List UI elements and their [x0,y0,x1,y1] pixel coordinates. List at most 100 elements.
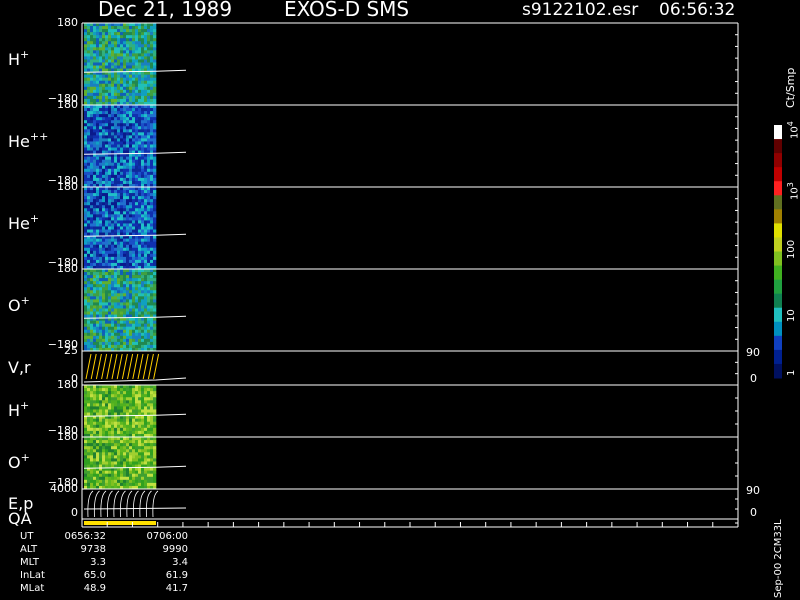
energy-curve-3 [106,490,113,518]
header-time: 06:56:32 [659,0,736,20]
panel-label-sup: + [20,450,30,464]
colorbar-cell [774,167,782,182]
spectrogram-5 [84,385,157,438]
velocity-mark-3 [101,353,108,380]
colorbar-cell [774,265,782,281]
panel-label-text: O [8,296,21,316]
rtick-top-7: 90 [746,484,760,497]
velocity-mark-11 [142,353,149,380]
panel-label-4: V,r [8,358,31,377]
velocity-mark-0 [85,353,92,380]
colorbar-cell [774,195,782,210]
orbit-label-3: InLat [20,570,45,581]
panel-label-text: He [8,214,30,234]
orbit-label-2: MLT [20,557,39,568]
orbit-col2-0: 0706:00 [146,531,188,542]
velocity-mark-6 [116,353,123,380]
panel-label-text: V,r [8,357,31,377]
spectrogram-6 [84,437,157,490]
orbit-label-1: ALT [20,544,38,555]
ytick-top-7: 4000 [50,482,78,495]
energy-curve-1 [93,490,100,518]
orbit-col1-2: 3.3 [90,557,106,568]
ytick-bottom-7: 0 [71,506,78,519]
velocity-mark-12 [147,353,154,380]
colorbar-cell [774,307,782,323]
panel-label-3: O+ [8,294,30,315]
energy-curve-4 [113,490,120,518]
colorbar-unit: Ct/Smp [784,67,797,108]
panel-label-sup: + [20,294,30,308]
header-instrument: EXOS-D SMS [284,0,410,21]
panel-label-5: H+ [8,399,29,420]
colorbar-cell [774,209,782,224]
panel-label-text: H [8,400,21,420]
orbit-label-4: MLat [20,583,45,594]
panel-label-sup: ++ [29,130,49,144]
velocity-mark-5 [111,353,118,380]
colorbar-cell [774,251,782,267]
velocity-mark-9 [132,353,139,380]
ytick-top-2: 180 [57,180,78,193]
spectrogram-1 [84,105,157,188]
ytick-top-1: 180 [57,98,78,111]
energy-curve-8 [139,490,146,518]
panel-label-6: O+ [8,451,30,472]
spectrogram-0 [84,23,157,106]
colorbar-cell [774,237,782,252]
orbit-col2-3: 61.9 [165,570,188,581]
colorbar-exponent: 3 [786,182,795,188]
energy-curve-6 [126,490,133,518]
panel-label-0: H+ [8,48,29,69]
energy-curve-9 [145,490,152,518]
colorbar-cell [774,181,782,196]
ytick-top-4: 25 [64,344,78,357]
velocity-mark-8 [127,353,134,380]
ytick-top-5: 180 [57,378,78,391]
qa-bar [84,521,156,525]
orbit-col1-4: 48.9 [83,583,106,594]
ytick-top-0: 180 [57,16,78,29]
energy-curve-0 [87,490,94,518]
colorbar-cell [774,321,782,337]
orbit-col2-1: 9990 [162,544,188,555]
header-date: Dec 21, 1989 [98,0,233,21]
panel-label-sup: + [20,398,30,412]
orbit-col1-1: 9738 [80,544,106,555]
colorbar-label-2: 100 [786,239,797,259]
colorbar-cell [774,125,782,140]
ytick-top-3: 180 [57,262,78,275]
colorbar-exponent: 4 [786,121,795,127]
trace-line-7 [83,507,187,510]
panel-label-sup: + [29,212,40,226]
velocity-mark-2 [95,353,102,380]
velocity-mark-4 [106,353,113,380]
energy-curve-7 [132,490,139,518]
colorbar-label-4: 104 [786,121,800,139]
colorbar-cell [774,293,782,309]
panel-label-qa: QA [8,509,32,528]
orbit-col2-2: 3.4 [172,557,188,568]
velocity-mark-7 [121,353,128,380]
colorbar-label-0: 1 [786,369,797,376]
footer-id: Sep-00 2CM33L [773,519,784,598]
trace-line-4 [83,377,187,383]
spectrogram-2 [84,187,157,270]
velocity-mark-10 [137,353,144,380]
rtick-top-4: 90 [746,346,760,359]
energy-curve-2 [100,490,107,518]
energy-curve-5 [119,490,126,518]
panel-label-sup: + [20,48,30,62]
orbit-label-0: UT [20,531,34,542]
orbit-col1-0: 0656:32 [64,531,106,542]
spectrogram-plot [81,22,782,528]
rtick-bottom-4: 0 [750,372,757,385]
colorbar-label-3: 103 [786,182,800,200]
panel-label-2: He+ [8,212,39,233]
colorbar-cell [774,153,782,168]
ytick-top-6: 180 [57,430,78,443]
colorbar-label-1: 10 [786,309,797,322]
velocity-mark-1 [90,353,97,380]
panel-label-text: O [8,452,21,472]
velocity-mark-13 [153,353,160,380]
